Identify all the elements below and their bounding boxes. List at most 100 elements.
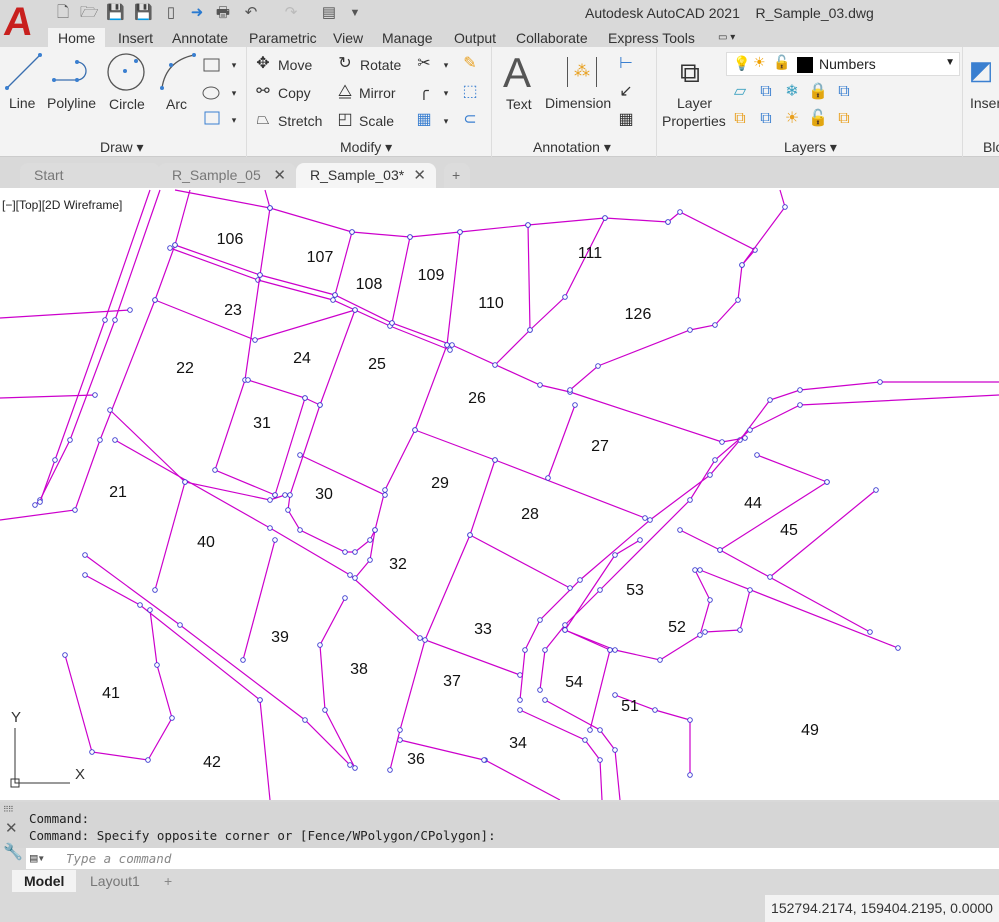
chevron-down-icon[interactable]: ▾ (224, 84, 244, 102)
new-icon[interactable]: 🗋 (54, 4, 72, 22)
layer-unisolate-icon[interactable]: ⧉ (756, 110, 776, 128)
mirror-button[interactable]: Mirror (359, 85, 396, 101)
parcel-line[interactable] (0, 394, 96, 399)
layer-properties-button[interactable]: Layer (677, 95, 712, 111)
drawing-canvas[interactable]: 106 107 108 109 110 111 126 23 24 25 22 26 31 27 21 30 2… (0, 188, 999, 800)
close-icon[interactable]: ✕ (5, 819, 18, 837)
text-button[interactable]: Text (506, 96, 532, 112)
parcel-line[interactable] (679, 529, 871, 633)
file-tab-start[interactable]: Start (20, 163, 160, 188)
layer-thaw-all-icon[interactable]: ☀ (782, 110, 802, 128)
dimension-button[interactable]: Dimension (545, 95, 611, 111)
tab-express-tools[interactable]: Express Tools (598, 28, 705, 48)
offset-icon[interactable]: ⊂ (460, 111, 480, 129)
annotation-panel-label[interactable]: Annotation ▾ (533, 139, 611, 156)
parcel-line[interactable] (564, 539, 711, 661)
line-button[interactable]: Line (9, 95, 35, 111)
draw-panel-label[interactable]: Draw ▾ (100, 139, 144, 156)
block-panel-label[interactable]: Blo (983, 139, 999, 155)
parcel-line[interactable] (174, 189, 669, 238)
trim-icon[interactable]: ✂ (414, 55, 434, 73)
parcel-line[interactable] (319, 597, 356, 769)
parcel-line[interactable] (529, 217, 606, 331)
command-input[interactable]: ▤▾ Type a command (26, 848, 999, 869)
move-button[interactable]: Move (278, 57, 312, 73)
close-icon[interactable]: ✕ (413, 163, 426, 188)
customize-icon[interactable]: ▼ (346, 4, 364, 22)
parcel-line[interactable] (334, 231, 353, 296)
layer-lock-icon[interactable]: 🔒 (808, 83, 828, 101)
autocad-logo[interactable]: A (2, 0, 36, 44)
parcel-line[interactable] (354, 344, 448, 579)
parcel-line[interactable] (699, 569, 899, 649)
layer-dropdown[interactable]: 💡 ☀ 🔓 Numbers ▼ (726, 52, 960, 76)
save-icon[interactable]: 💾 (106, 4, 125, 22)
parcel-line[interactable] (519, 709, 603, 800)
modify-panel-label[interactable]: Modify ▾ (340, 139, 392, 156)
circle-button[interactable]: Circle (109, 96, 145, 112)
insert-button[interactable]: Inser (970, 95, 999, 111)
parcel-line[interactable] (519, 381, 999, 701)
erase-icon[interactable]: ✎ (460, 55, 480, 73)
undo-icon[interactable]: ↶ (242, 4, 260, 22)
chevron-down-icon[interactable]: ▾ (436, 84, 456, 102)
parcel-line[interactable] (114, 439, 521, 676)
layer-match-icon[interactable]: ⧉ (834, 83, 854, 101)
tab-parametric[interactable]: Parametric (239, 28, 327, 48)
parcel-line[interactable] (154, 481, 186, 591)
grip-icon[interactable]: ⠿⠿ (3, 805, 14, 814)
linear-dimension-icon[interactable]: ⊢ (616, 55, 636, 73)
chevron-down-icon[interactable]: ▾ (224, 111, 244, 129)
parcel-line[interactable] (214, 207, 276, 496)
parcel-line[interactable] (414, 429, 646, 519)
minimize-ribbon-icon[interactable]: ▭ ▾ (708, 28, 745, 48)
chevron-down-icon[interactable]: ▾ (436, 56, 456, 74)
wrench-icon[interactable]: 🔧 (3, 842, 23, 862)
parcel-line[interactable] (547, 404, 576, 479)
parcel-line[interactable] (719, 481, 828, 551)
parcel-line[interactable] (299, 454, 386, 496)
share-icon[interactable]: ➜ (188, 4, 206, 22)
layer-on-all-icon[interactable]: ⧉ (730, 110, 750, 128)
parcel-line[interactable] (741, 189, 786, 266)
table-icon[interactable]: ▦ (616, 111, 636, 129)
parcel-line[interactable] (544, 699, 621, 800)
tab-insert[interactable]: Insert (108, 28, 163, 48)
parcel-line[interactable] (287, 309, 376, 553)
tab-layout1[interactable]: Layout1 (78, 870, 152, 892)
parcel-line[interactable] (704, 589, 751, 633)
scale-button[interactable]: Scale (359, 113, 394, 129)
tab-view[interactable]: View (323, 28, 373, 48)
array-icon[interactable]: ▦ (414, 111, 434, 129)
plot-icon[interactable]: 🖶 (214, 4, 232, 22)
explode-icon[interactable]: ⬚ (460, 83, 480, 101)
layer-properties-button-line2[interactable]: Properties (662, 113, 726, 129)
add-layout-button[interactable]: + (152, 870, 184, 892)
parcel-line[interactable] (469, 534, 571, 589)
parcel-line[interactable] (84, 574, 261, 701)
chevron-down-icon[interactable]: ▾ (436, 112, 456, 130)
tab-output[interactable]: Output (444, 28, 506, 48)
parcel-line[interactable] (446, 231, 461, 346)
fillet-icon[interactable]: ╭ (414, 83, 434, 101)
leader-icon[interactable]: ↙ (616, 83, 636, 101)
file-tab-r-sample-05[interactable]: R_Sample_05 ✕ (158, 163, 296, 188)
layer-walk-icon[interactable]: ⧉ (834, 110, 854, 128)
file-tab-r-sample-03[interactable]: R_Sample_03* ✕ (296, 163, 436, 188)
parcel-line[interactable] (391, 236, 411, 324)
open-icon[interactable]: 🗁 (80, 4, 99, 22)
parcel-line[interactable] (264, 189, 271, 209)
parcel-line[interactable] (0, 309, 131, 319)
tab-annotate[interactable]: Annotate (162, 28, 238, 48)
polyline-button[interactable]: Polyline (47, 95, 96, 111)
parcel-line[interactable] (589, 649, 611, 731)
layer-off-icon[interactable]: ⏥ (730, 83, 750, 101)
parcel-line[interactable] (756, 454, 828, 483)
parcel-line[interactable] (484, 759, 561, 800)
tab-collaborate[interactable]: Collaborate (506, 28, 598, 48)
save-as-icon[interactable]: 💾 (134, 4, 153, 22)
open-web-icon[interactable]: ▯ (162, 4, 180, 22)
parcel-line[interactable] (389, 459, 496, 771)
copy-button[interactable]: Copy (278, 85, 311, 101)
parcel-line[interactable] (259, 699, 271, 800)
